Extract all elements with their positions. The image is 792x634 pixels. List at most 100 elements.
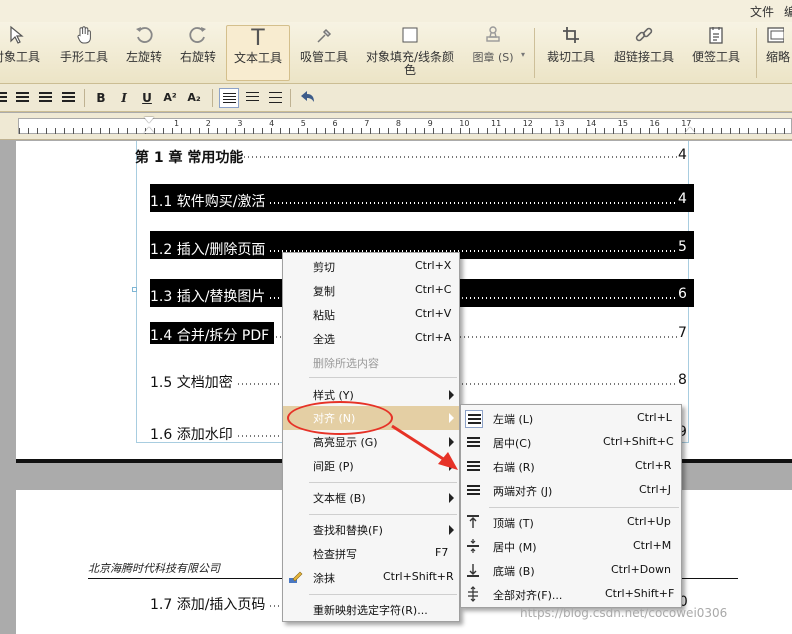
- menu-separator: [309, 594, 457, 595]
- ruler-number: 13: [554, 119, 565, 128]
- align-justify-button[interactable]: [0, 88, 10, 108]
- toc-entry-title[interactable]: 1.4 合并/拆分 PDF: [150, 325, 269, 345]
- rotate-left-button[interactable]: 左旋转: [118, 25, 170, 81]
- align-justify-all-button[interactable]: [58, 88, 78, 108]
- cursor-icon: [0, 25, 44, 51]
- ruler-number: 6: [332, 119, 338, 128]
- menu-item-shortcut: Ctrl+V: [415, 307, 452, 320]
- annotation-ellipse: [287, 401, 393, 435]
- line-spacing-icon: [222, 93, 236, 104]
- toc-entry-title[interactable]: 1.2 插入/删除页面: [150, 239, 265, 259]
- menu-item-spellcheck[interactable]: 检查拼写 F7: [283, 542, 459, 566]
- ruler-number: 16: [649, 119, 660, 128]
- menu-item-label: 全部对齐(F)...: [493, 589, 563, 602]
- stamp-dropdown-icon[interactable]: ▾: [521, 50, 525, 59]
- crop-tool-button[interactable]: 裁切工具: [542, 25, 600, 81]
- align-all-item[interactable]: 全部对齐(F)... Ctrl+Shift+F: [461, 583, 681, 607]
- menu-separator: [309, 377, 457, 378]
- rotate-right-button[interactable]: 右旋转: [172, 25, 224, 81]
- link-icon: [608, 25, 680, 51]
- thumbnail-button[interactable]: 缩略: [762, 25, 792, 81]
- toc-chapter-page: 4: [678, 147, 687, 163]
- bold-button[interactable]: B: [91, 88, 111, 108]
- align-justify-item[interactable]: 两端对齐 (J) Ctrl+J: [461, 479, 681, 503]
- rotate-left-icon: [118, 25, 170, 51]
- menu-item-label: 两端对齐 (J): [493, 485, 553, 498]
- ruler-number: 8: [395, 119, 401, 128]
- object-tool-button[interactable]: 对象工具: [0, 25, 44, 81]
- toc-entry-title[interactable]: 1.7 添加/插入页码: [150, 594, 265, 614]
- menu-item-shortcut: Ctrl+Shift+F: [605, 587, 675, 600]
- object-tool-label: 对象工具: [0, 50, 40, 64]
- valign-bottom-item[interactable]: 底端 (B) Ctrl+Down: [461, 559, 681, 583]
- superscript-button[interactable]: A²: [160, 88, 180, 108]
- rotate-left-label: 左旋转: [125, 50, 162, 64]
- align-right-item[interactable]: 右端 (R) Ctrl+R: [461, 455, 681, 479]
- menu-item-label: 查找和替换(F): [313, 524, 383, 537]
- eyedropper-tool-button[interactable]: 吸管工具: [294, 25, 354, 81]
- stamp-button[interactable]: 图章 (S): [464, 25, 522, 81]
- line-spacing-double-button[interactable]: [265, 88, 285, 108]
- toc-entry-title[interactable]: 1.5 文档加密: [150, 372, 233, 392]
- crop-tool-label: 裁切工具: [546, 50, 595, 64]
- menu-item-redact[interactable]: 涂抹 Ctrl+Shift+R: [283, 566, 459, 590]
- menu-item-cut[interactable]: 剪切 Ctrl+X: [283, 255, 459, 279]
- align-right-icon: [38, 92, 52, 103]
- ruler: 1 2 3 4 5 6 7 8 9 10 11 12 13 14 15 16 17: [0, 113, 792, 140]
- menu-item-shortcut: Ctrl+Up: [627, 515, 671, 528]
- menu-item-find-replace[interactable]: 查找和替换(F): [283, 518, 459, 542]
- left-indent-marker[interactable]: [144, 127, 154, 133]
- menu-item-label: 重新映射选定字符(R)...: [313, 604, 428, 617]
- menu-item-select-all[interactable]: 全选 Ctrl+A: [283, 327, 459, 351]
- toc-entry-page: 6: [678, 286, 687, 302]
- align-right-button[interactable]: [35, 88, 55, 108]
- align-center-button[interactable]: [12, 88, 32, 108]
- toc-entry-title[interactable]: 1.3 插入/替换图片: [150, 286, 265, 306]
- menu-item-textbox[interactable]: 文本框 (B): [283, 486, 459, 510]
- toc-entry-title[interactable]: 1.1 软件购买/激活: [150, 191, 265, 211]
- note-tool-button[interactable]: 便签工具: [686, 25, 746, 81]
- hyperlink-tool-label: 超链接工具: [613, 50, 674, 64]
- toc-entry-page: 8: [678, 372, 687, 388]
- toc-chapter-title[interactable]: 第 1 章 常用功能: [135, 147, 243, 167]
- menu-item-shortcut: Ctrl+M: [633, 539, 672, 552]
- menu-edit[interactable]: 编: [784, 3, 792, 20]
- text-tool-button[interactable]: T 文本工具: [226, 25, 290, 81]
- submenu-arrow-icon: [449, 493, 454, 503]
- menu-item-paste[interactable]: 粘贴 Ctrl+V: [283, 303, 459, 327]
- text-tool-label: 文本工具: [233, 51, 282, 65]
- first-indent-marker[interactable]: [144, 117, 154, 123]
- align-submenu: 左端 (L) Ctrl+L 居中(C) Ctrl+Shift+C 右端 (R) Ctr…: [460, 404, 682, 608]
- ribbon-separator: [756, 28, 757, 78]
- valign-middle-item[interactable]: 居中 (M) Ctrl+M: [461, 535, 681, 559]
- note-icon: [686, 25, 746, 51]
- valign-top-item[interactable]: 顶端 (T) Ctrl+Up: [461, 511, 681, 535]
- line-spacing-1-5-button[interactable]: [242, 88, 262, 108]
- menu-item-remap-chars[interactable]: 重新映射选定字符(R)...: [283, 598, 459, 622]
- subscript-button[interactable]: A₂: [184, 88, 204, 108]
- toc-entry-page: 5: [678, 239, 687, 255]
- textbox-handle[interactable]: [132, 287, 137, 292]
- menu-item-label: 全选: [313, 333, 335, 346]
- toc-entry-title[interactable]: 1.6 添加水印: [150, 424, 233, 444]
- menu-item-shortcut: Ctrl+C: [415, 283, 452, 296]
- right-indent-marker[interactable]: [685, 127, 695, 133]
- toc-entry-page: 7: [678, 325, 687, 341]
- italic-button[interactable]: I: [114, 88, 134, 108]
- align-left-item[interactable]: 左端 (L) Ctrl+L: [461, 407, 681, 431]
- menu-item-label: 检查拼写: [313, 548, 357, 561]
- underline-button[interactable]: U: [137, 88, 157, 108]
- hyperlink-tool-button[interactable]: 超链接工具: [608, 25, 680, 81]
- align-all-icon: [465, 586, 483, 604]
- hand-tool-button[interactable]: 手形工具: [54, 25, 114, 81]
- ruler-number: 3: [237, 119, 243, 128]
- line-spacing-single-button[interactable]: [219, 88, 239, 108]
- undo-icon: [301, 91, 314, 102]
- align-center-item[interactable]: 居中(C) Ctrl+Shift+C: [461, 431, 681, 455]
- menu-file[interactable]: 文件: [750, 3, 774, 20]
- fill-color-button[interactable]: 对象填充/线条颜色: [362, 25, 458, 81]
- menu-item-copy[interactable]: 复制 Ctrl+C: [283, 279, 459, 303]
- menu-item-label: 复制: [313, 285, 335, 298]
- align-center-icon: [15, 92, 29, 103]
- undo-button[interactable]: [297, 88, 317, 108]
